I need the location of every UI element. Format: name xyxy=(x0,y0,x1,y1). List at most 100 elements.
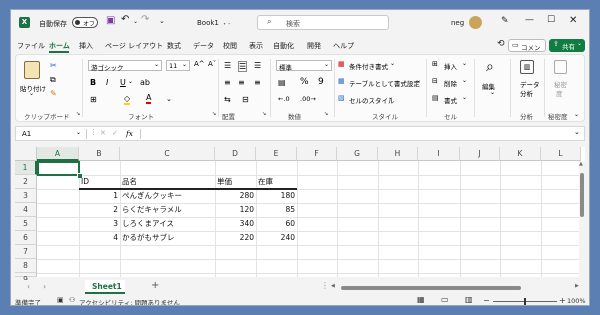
cell-stock[interactable]: 85 xyxy=(256,203,295,217)
zoom-out-icon[interactable]: − xyxy=(483,296,490,305)
column-header-j[interactable]: J xyxy=(460,147,500,161)
font-size-select[interactable]: 11 ⌄ xyxy=(166,60,190,71)
row-header-1[interactable]: 1 xyxy=(15,161,37,175)
cell-name[interactable]: かるがもサブレ xyxy=(122,231,175,245)
formula-input[interactable] xyxy=(146,130,566,139)
increase-decimal-icon[interactable]: ←.0 xyxy=(278,95,290,103)
tab-page-layout[interactable]: ページ レイアウト xyxy=(105,41,163,51)
row-header-7[interactable]: 7 xyxy=(15,245,37,259)
tab-view[interactable]: 表示 xyxy=(249,41,263,51)
cell-stock[interactable]: 60 xyxy=(256,217,295,231)
maximize-icon[interactable]: ☐ xyxy=(547,15,555,25)
conditional-format-icon[interactable]: ▦ xyxy=(338,60,345,68)
row-header-5[interactable]: 5 xyxy=(15,217,37,231)
tab-file[interactable]: ファイル xyxy=(17,41,45,51)
cell-stock[interactable]: 240 xyxy=(256,231,295,245)
tab-home[interactable]: ホーム xyxy=(49,41,70,51)
undo-dropdown-icon[interactable]: ⌄ xyxy=(133,18,138,25)
analyze-data-label-2[interactable]: 分析 xyxy=(520,88,533,98)
scrollbar-thumb[interactable] xyxy=(580,173,584,217)
zoom-slider[interactable] xyxy=(493,298,557,305)
underline-dropdown-icon[interactable]: ⌄ xyxy=(128,78,133,85)
comma-icon[interactable]: 9 xyxy=(318,77,324,87)
select-all-corner[interactable] xyxy=(15,147,37,161)
underline-icon[interactable]: U xyxy=(120,78,126,87)
currency-icon[interactable]: ▤ xyxy=(278,78,286,87)
name-box-dropdown-icon[interactable]: ⌄ xyxy=(76,129,81,136)
scroll-up-icon[interactable]: ▲ xyxy=(579,161,583,167)
conditional-format-button[interactable]: 条件付き書式 xyxy=(349,61,388,71)
wrap-text-icon[interactable]: ⇆ xyxy=(224,95,231,104)
alignment-launcher-icon[interactable]: ↘ xyxy=(262,111,266,117)
italic-icon[interactable]: I xyxy=(106,78,108,87)
row-header-3[interactable]: 3 xyxy=(15,189,37,203)
expand-formula-icon[interactable]: ⌄ xyxy=(574,128,580,136)
cell-name[interactable]: しろくまアイス xyxy=(122,217,174,231)
macro-record-icon[interactable]: ▣ xyxy=(57,296,64,304)
column-header-i[interactable]: I xyxy=(418,147,460,161)
tab-developer[interactable]: 開発 xyxy=(307,41,321,51)
cancel-icon[interactable]: ✕ xyxy=(100,129,106,137)
analyze-data-icon[interactable]: ▥ xyxy=(520,60,534,74)
table-header-price[interactable]: 単価 xyxy=(217,175,232,189)
sheet-tab-sheet1[interactable]: Sheet1 xyxy=(85,280,125,294)
align-middle-icon[interactable]: ☰ xyxy=(238,61,248,72)
cell-styles-icon[interactable]: ▧ xyxy=(338,94,345,102)
vertical-scrollbar[interactable]: ▲ xyxy=(579,161,585,277)
delete-cells-icon[interactable]: ⊟ xyxy=(432,77,438,85)
cell-price[interactable]: 340 xyxy=(215,217,254,231)
font-launcher-icon[interactable]: ↘ xyxy=(212,111,216,117)
worksheet-grid[interactable]: A B C D E F G H I J K L 1 2 3 4 5 6 7 8 … xyxy=(15,147,585,284)
autosave-toggle[interactable]: オフ xyxy=(72,17,98,28)
scroll-right-icon[interactable]: ▶ xyxy=(575,283,579,289)
tab-help[interactable]: ヘルプ xyxy=(333,41,354,51)
table-format-icon[interactable]: ▦ xyxy=(338,77,345,85)
zoom-level[interactable]: 100% xyxy=(567,297,586,305)
align-left-icon[interactable]: ≡ xyxy=(224,78,231,87)
column-header-d[interactable]: D xyxy=(215,147,256,161)
confirm-icon[interactable]: ✓ xyxy=(112,129,118,137)
search-box[interactable]: ⌕ 検索 xyxy=(257,15,389,30)
zoom-in-icon[interactable]: + xyxy=(559,296,566,305)
font-color-icon[interactable]: A xyxy=(146,93,152,104)
accessibility-icon[interactable]: ⚇ xyxy=(69,296,75,304)
number-launcher-icon[interactable]: ↘ xyxy=(324,111,328,117)
cell-name[interactable]: ぺんぎんクッキー xyxy=(122,189,182,203)
table-header-name[interactable]: 品名 xyxy=(122,175,137,189)
tab-insert[interactable]: 挿入 xyxy=(79,41,93,51)
align-top-icon[interactable]: ☰ xyxy=(224,61,231,70)
normal-view-icon[interactable]: ▦ xyxy=(417,295,425,304)
align-center-icon[interactable]: ≡ xyxy=(238,78,245,87)
sheet-next-icon[interactable]: › xyxy=(43,282,46,291)
insert-cells-icon[interactable]: ⊞ xyxy=(432,60,438,68)
page-layout-view-icon[interactable]: ▭ xyxy=(441,295,449,304)
align-right-icon[interactable]: ≡ xyxy=(254,78,261,87)
copy-icon[interactable]: ⧉ xyxy=(50,75,56,85)
paste-icon[interactable] xyxy=(24,61,40,79)
strikethrough-icon[interactable]: ab xyxy=(140,78,150,87)
number-format-select[interactable]: 標準 ⌄ xyxy=(276,60,332,72)
column-header-e[interactable]: E xyxy=(256,147,297,161)
row-header-4[interactable]: 4 xyxy=(15,203,37,217)
insert-function-icon[interactable]: fx xyxy=(126,129,133,138)
accessibility-status[interactable]: アクセシビリティ: 問題ありません xyxy=(79,297,180,305)
increase-font-icon[interactable]: A^ xyxy=(194,60,205,68)
ribbon-collapse-icon[interactable]: ⌄ xyxy=(574,111,579,118)
format-as-table-button[interactable]: テーブルとして書式設定 xyxy=(349,78,420,88)
add-sheet-icon[interactable]: + xyxy=(151,280,159,291)
insert-cells-button[interactable]: 挿入 xyxy=(444,61,457,71)
cut-icon[interactable]: ✂ xyxy=(50,61,57,70)
paste-dropdown-icon[interactable]: ⌄ xyxy=(29,90,34,97)
row-header-8[interactable]: 8 xyxy=(15,259,37,273)
tab-formulas[interactable]: 数式 xyxy=(167,41,181,51)
minimize-icon[interactable]: — xyxy=(525,15,534,25)
bold-icon[interactable]: B xyxy=(90,78,96,87)
tab-data[interactable]: データ xyxy=(193,41,214,51)
font-settings-icon[interactable]: ⌄ xyxy=(166,95,172,103)
format-cells-button[interactable]: 書式 xyxy=(444,95,457,105)
horizontal-scrollbar[interactable]: ◀ ▶ xyxy=(331,283,581,290)
activity-icon[interactable]: ⟲ xyxy=(497,39,505,49)
format-cells-icon[interactable]: ▤ xyxy=(432,94,439,102)
cell-name[interactable]: らくだキャラメル xyxy=(122,203,182,217)
share-button[interactable]: ⇪ 共有 ⌄ xyxy=(549,39,585,52)
